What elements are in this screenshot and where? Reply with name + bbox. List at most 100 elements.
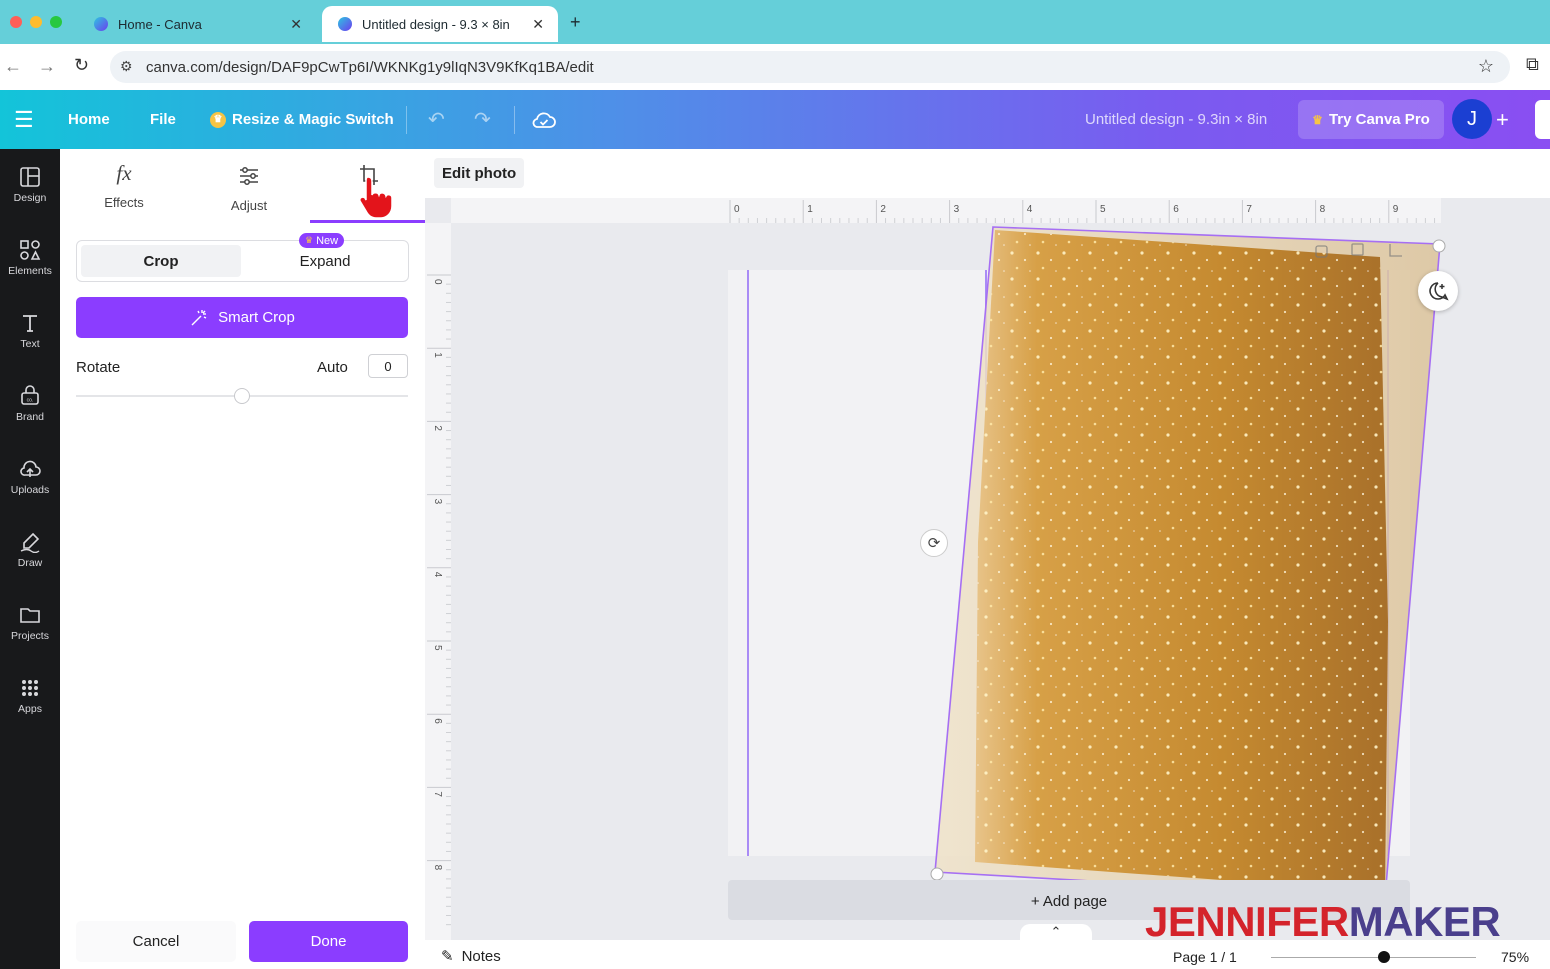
crown-icon: ♛ bbox=[1312, 112, 1323, 127]
reload-icon[interactable]: ↻ bbox=[74, 55, 89, 76]
rail-item-projects[interactable]: Projects bbox=[0, 604, 60, 674]
layout-icon bbox=[20, 167, 40, 187]
folder-icon bbox=[20, 608, 40, 623]
menu-icon[interactable]: ☰ bbox=[14, 90, 34, 149]
rotate-slider-handle[interactable] bbox=[234, 388, 250, 404]
redo-icon[interactable]: ↷ bbox=[474, 90, 491, 149]
try-canva-pro-button[interactable]: ♛ Try Canva Pro bbox=[1298, 100, 1444, 139]
new-tab-icon[interactable]: + bbox=[570, 12, 581, 33]
document-title[interactable]: Untitled design - 9.3in × 8in bbox=[1085, 90, 1267, 149]
resize-magic-switch-button[interactable]: ♛ Resize & Magic Switch bbox=[210, 90, 394, 149]
share-button[interactable] bbox=[1535, 100, 1550, 139]
page-indicator[interactable]: Page 1 / 1 bbox=[1173, 949, 1237, 965]
rotate-handle-icon[interactable]: ⟳ bbox=[920, 529, 948, 557]
rail-item-design[interactable]: Design bbox=[0, 166, 60, 236]
address-bar[interactable]: ⚙ canva.com/design/DAF9pCwTp6I/WKNKg1y9l… bbox=[110, 51, 1510, 83]
done-button[interactable]: Done bbox=[249, 921, 408, 962]
ruler-top: 0 1 2 3 4 5 6 7 8 9 bbox=[451, 198, 1441, 223]
browser-tab-home[interactable]: Home - Canva ✕ bbox=[78, 6, 316, 42]
ruler-label: 7 bbox=[1246, 204, 1252, 215]
new-badge: ♛ New bbox=[299, 233, 345, 248]
ruler-left: 0 1 2 3 4 5 6 7 8 bbox=[425, 223, 451, 943]
notes-label: Notes bbox=[461, 947, 501, 965]
crop-expand-toggle: Crop Expand ♛ New bbox=[76, 233, 409, 282]
tab-title: Home - Canva bbox=[118, 16, 202, 32]
svg-text:co.: co. bbox=[27, 398, 34, 404]
ruler-label: 3 bbox=[432, 499, 443, 505]
zoom-slider-track[interactable] bbox=[1271, 957, 1476, 958]
crop-handle[interactable] bbox=[930, 867, 944, 881]
ruler-label: 6 bbox=[1173, 204, 1179, 215]
ruler-top-ticks: 0 1 2 3 4 5 6 7 8 9 bbox=[729, 200, 1436, 223]
back-icon[interactable]: ← bbox=[4, 56, 22, 77]
comment-button[interactable] bbox=[1418, 271, 1458, 311]
ruler-label: 8 bbox=[1320, 204, 1326, 215]
file-menu-button[interactable]: File bbox=[150, 90, 176, 149]
expand-mode-button[interactable]: Expand bbox=[247, 245, 403, 277]
bottom-bar: ✎ Notes Page 1 / 1 75% bbox=[425, 940, 1550, 969]
glitter-photo[interactable] bbox=[930, 222, 1450, 902]
cancel-button[interactable]: Cancel bbox=[76, 921, 236, 962]
rail-item-draw[interactable]: Draw bbox=[0, 531, 60, 601]
bookmark-star-icon[interactable]: ☆ bbox=[1478, 56, 1494, 77]
rail-item-brand[interactable]: co. Brand bbox=[0, 385, 60, 455]
rotate-value-input[interactable]: 0 bbox=[368, 354, 408, 378]
tab-effects[interactable]: fx Effects bbox=[74, 161, 174, 210]
extensions-icon[interactable]: ⧉ bbox=[1526, 54, 1539, 75]
ruler-label: 5 bbox=[432, 645, 443, 651]
notes-button[interactable]: ✎ Notes bbox=[441, 947, 501, 966]
guide-line bbox=[747, 270, 749, 856]
canva-header: ☰ Home File ♛ Resize & Magic Switch ↶ ↷ … bbox=[0, 90, 1550, 149]
rail-label: Draw bbox=[17, 557, 43, 569]
tab-adjust[interactable]: Adjust bbox=[199, 161, 299, 213]
rail-item-apps[interactable]: Apps bbox=[0, 677, 60, 747]
undo-icon[interactable]: ↶ bbox=[428, 90, 445, 149]
rotate-label: Rotate bbox=[76, 359, 121, 376]
comment-add-icon bbox=[1429, 282, 1449, 301]
add-collaborator-button[interactable]: + bbox=[1496, 90, 1509, 149]
text-icon bbox=[23, 315, 37, 332]
browser-tab-design[interactable]: Untitled design - 9.3 × 8in ✕ bbox=[322, 6, 558, 42]
upload-cloud-icon bbox=[20, 460, 41, 477]
close-window-button[interactable] bbox=[10, 16, 22, 28]
ruler-label: 0 bbox=[432, 279, 443, 285]
minimize-window-button[interactable] bbox=[30, 16, 42, 28]
tab-label: Adjust bbox=[230, 198, 268, 213]
smart-crop-button[interactable]: Smart Crop bbox=[76, 297, 408, 338]
avatar[interactable]: J bbox=[1452, 99, 1492, 139]
ruler-label: 4 bbox=[1027, 204, 1033, 215]
try-pro-label: Try Canva Pro bbox=[1328, 111, 1430, 128]
sliders-icon bbox=[240, 167, 258, 185]
crop-handle[interactable] bbox=[1432, 239, 1446, 253]
smart-crop-label: Smart Crop bbox=[218, 309, 295, 326]
crop-mode-button[interactable]: Crop bbox=[81, 245, 241, 277]
close-tab-icon[interactable]: ✕ bbox=[532, 16, 544, 33]
jennifermaker-watermark: JENNIFERMAKER bbox=[1145, 898, 1501, 945]
fx-icon: fx bbox=[116, 161, 132, 185]
rail-label: Brand bbox=[15, 411, 45, 423]
cloud-save-icon[interactable] bbox=[532, 90, 556, 149]
url-text: canva.com/design/DAF9pCwTp6I/WKNKg1y9lIq… bbox=[146, 59, 594, 76]
rail-item-elements[interactable]: Elements bbox=[0, 239, 60, 309]
site-settings-icon[interactable]: ⚙ bbox=[120, 58, 133, 75]
context-toolbar: Edit photo bbox=[425, 149, 1550, 198]
tab-label: Effects bbox=[104, 195, 144, 210]
rotate-auto-button[interactable]: Auto bbox=[317, 359, 348, 376]
rail-item-uploads[interactable]: Uploads bbox=[0, 458, 60, 528]
rail-item-text[interactable]: Text bbox=[0, 312, 60, 382]
ruler-label: 2 bbox=[432, 425, 443, 431]
home-button[interactable]: Home bbox=[68, 90, 110, 149]
zoom-level[interactable]: 75% bbox=[1501, 949, 1529, 965]
shapes-icon bbox=[20, 240, 41, 260]
edit-photo-button[interactable]: Edit photo bbox=[434, 158, 525, 188]
magic-wand-icon bbox=[191, 309, 207, 325]
zoom-slider-handle[interactable] bbox=[1377, 951, 1390, 963]
crown-icon: ♛ bbox=[210, 111, 226, 128]
forward-icon[interactable]: → bbox=[38, 56, 56, 77]
divider bbox=[514, 106, 515, 134]
close-tab-icon[interactable]: ✕ bbox=[290, 16, 302, 33]
ruler-left-ticks: 0 1 2 3 4 5 6 7 8 bbox=[427, 274, 451, 926]
ruler-label: 8 bbox=[432, 865, 443, 871]
ruler-label: 1 bbox=[807, 204, 813, 215]
maximize-window-button[interactable] bbox=[50, 16, 62, 28]
